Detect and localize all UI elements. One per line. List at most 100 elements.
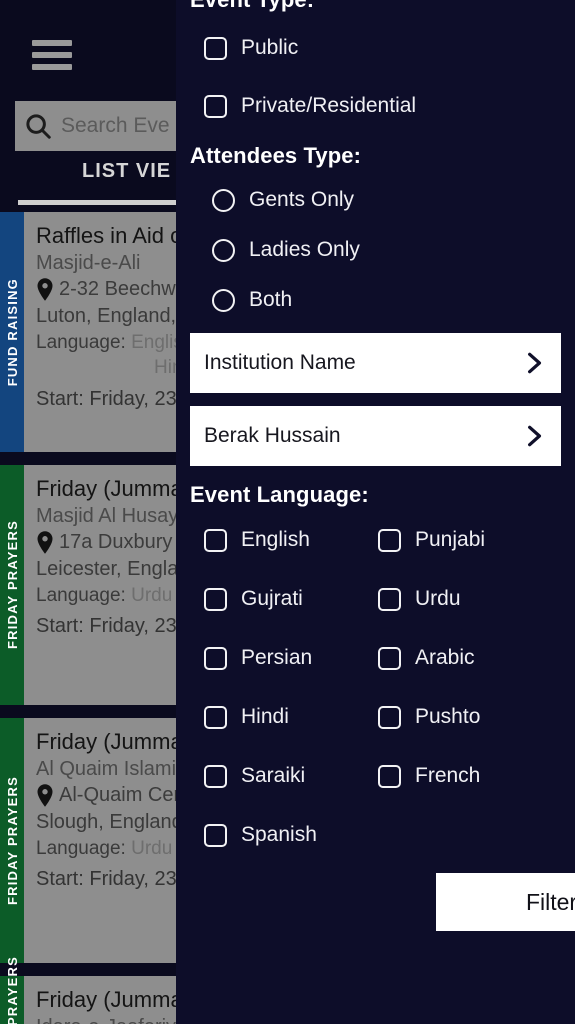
event-language-option[interactable]: English — [204, 528, 378, 552]
search-icon — [15, 111, 61, 141]
event-city: Slough, England — [36, 810, 183, 833]
event-title: Friday (Jumma — [36, 987, 183, 1012]
checkbox-icon[interactable] — [204, 705, 227, 729]
event-language-option-label: Urdu — [415, 587, 461, 610]
event-language-option-label: Punjabi — [415, 528, 486, 551]
event-category-label: FUND RAISING — [4, 277, 20, 387]
event-language-option-label: English — [241, 528, 310, 551]
location-pin-icon — [36, 783, 54, 807]
checkbox-icon[interactable] — [378, 764, 401, 788]
app-root: Search Eve LIST VIE FUND RAISING Raffles … — [0, 0, 575, 1024]
hamburger-bar — [32, 64, 72, 70]
event-address-text: Al-Quaim Cent — [59, 783, 191, 806]
event-title: Friday (Jumma — [36, 729, 183, 754]
event-language-option-label: Hindi — [241, 705, 289, 728]
event-language-label: Language: — [36, 331, 126, 353]
checkbox-icon[interactable] — [204, 587, 227, 611]
checkbox-icon[interactable] — [204, 36, 227, 60]
checkbox-icon[interactable] — [204, 823, 227, 847]
event-language-option-label: Arabic — [415, 646, 475, 669]
checkbox-icon[interactable] — [204, 94, 227, 118]
event-language-option-label: French — [415, 764, 481, 787]
attendees-type-option[interactable]: Ladies Only — [212, 238, 360, 262]
event-category-label: FRIDAY PRAYERS — [4, 956, 20, 1024]
event-venue: Masjid Al Husayn — [36, 504, 190, 527]
event-card-body: Friday (Jumma Masjid Al Husayn 17a Duxbury… — [24, 465, 195, 705]
event-category-label: FRIDAY PRAYERS — [4, 520, 20, 650]
event-language-option[interactable]: Urdu — [378, 587, 552, 611]
filter-button-label: Filter — [525, 888, 575, 915]
event-start: Start: Friday, 23 F — [36, 615, 195, 638]
event-language-option-label: Gujrati — [241, 587, 303, 610]
event-language-option[interactable]: Punjabi — [378, 528, 552, 552]
radio-button-icon[interactable] — [212, 188, 235, 212]
event-category-stripe: FRIDAY PRAYERS — [0, 465, 24, 705]
checkbox-icon[interactable] — [378, 646, 401, 670]
filter-button[interactable]: Filter — [436, 873, 575, 931]
event-language-heading: Event Language: — [190, 482, 369, 507]
event-venue: Al Quaim Islamic — [36, 757, 187, 780]
event-language-option-label: Saraiki — [241, 764, 306, 787]
event-city: Leicester, Englan — [36, 557, 190, 580]
event-type-option-label: Private/Residential — [241, 94, 417, 117]
event-title: Friday (Jumma — [36, 476, 183, 501]
event-type-heading: Event Type: — [190, 0, 314, 13]
checkbox-icon[interactable] — [378, 705, 401, 729]
event-card-body: Friday (Jumma Idara-e-Jaaferiya — [24, 976, 187, 1024]
attendees-type-option[interactable]: Both — [212, 288, 360, 312]
event-category-stripe: FUND RAISING — [0, 212, 24, 452]
event-language-option[interactable]: French — [378, 764, 552, 788]
event-language-value: Urdu — [131, 837, 173, 859]
event-address: Al-Quaim Cent — [36, 782, 195, 809]
event-language-option[interactable]: Spanish — [204, 823, 378, 847]
event-language-option[interactable]: Persian — [204, 646, 378, 670]
event-venue: Idara-e-Jaaferiya — [36, 1014, 187, 1024]
attendees-type-option-label: Ladies Only — [249, 238, 360, 261]
hamburger-menu-icon[interactable] — [32, 40, 72, 70]
attendees-type-option-label: Gents Only — [249, 188, 355, 211]
person-name-value: Berak Hussain — [204, 424, 341, 447]
event-type-option[interactable]: Public — [204, 36, 416, 60]
checkbox-icon[interactable] — [204, 764, 227, 788]
event-language-label: Language: — [36, 584, 126, 606]
event-language-option-label: Pushto — [415, 705, 481, 728]
event-language-value: Urdu — [131, 584, 173, 606]
chevron-right-icon — [521, 423, 547, 449]
event-category-label: FRIDAY PRAYERS — [4, 775, 20, 906]
event-category-stripe: FRIDAY PRAYERS — [0, 718, 24, 963]
institution-name-field[interactable]: Institution Name — [190, 333, 561, 393]
event-language-option[interactable]: Pushto — [378, 705, 552, 729]
event-language-row: Language: Urdu — [36, 836, 195, 862]
event-address-text: 2-32 Beechwo — [59, 277, 187, 300]
event-language-row: Language: Urdu — [36, 583, 195, 609]
tab-list-view[interactable]: LIST VIE — [82, 160, 171, 183]
event-language-option-label: Spanish — [241, 823, 317, 846]
location-pin-icon — [36, 277, 54, 301]
event-start: Start: Friday, 23 F — [36, 868, 195, 891]
checkbox-icon[interactable] — [378, 587, 401, 611]
attendees-type-option-label: Both — [249, 288, 293, 311]
checkbox-icon[interactable] — [378, 528, 401, 552]
event-address-text: 17a Duxbury R — [59, 530, 193, 553]
radio-button-icon[interactable] — [212, 288, 235, 312]
location-pin-icon — [36, 530, 54, 554]
event-category-stripe: FRIDAY PRAYERS — [0, 956, 24, 1024]
hamburger-bar — [32, 52, 72, 58]
search-placeholder-text: Search Eve — [61, 114, 170, 137]
event-type-option[interactable]: Private/Residential — [204, 94, 416, 118]
event-language-option[interactable]: Arabic — [378, 646, 552, 670]
event-language-option-label: Persian — [241, 646, 313, 669]
event-type-option-label: Public — [241, 36, 299, 59]
filter-drawer: Event Type: Public Private/Residential At… — [176, 0, 575, 1024]
checkbox-icon[interactable] — [204, 528, 227, 552]
chevron-right-icon — [521, 350, 547, 376]
person-name-field[interactable]: Berak Hussain — [190, 406, 561, 466]
attendees-type-option[interactable]: Gents Only — [212, 188, 360, 212]
checkbox-icon[interactable] — [204, 646, 227, 670]
event-language-options: English Punjabi Gujrati Urdu Persian Arabic Hi… — [204, 528, 564, 847]
event-language-option[interactable]: Saraiki — [204, 764, 378, 788]
event-language-option[interactable]: Hindi — [204, 705, 378, 729]
radio-button-icon[interactable] — [212, 238, 235, 262]
event-language-option[interactable]: Gujrati — [204, 587, 378, 611]
attendees-type-options: Gents Only Ladies Only Both — [212, 188, 360, 338]
